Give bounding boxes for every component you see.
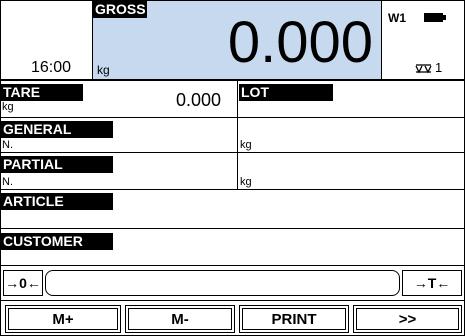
platform-number: 1 xyxy=(435,60,443,75)
partial-count-label: N. xyxy=(2,176,13,188)
gross-panel: GROSS kg 0.000 xyxy=(92,0,382,80)
memory-add-button[interactable]: M+ xyxy=(5,305,121,333)
clock-time: 16:00 xyxy=(31,59,72,76)
general-right-cell: kg xyxy=(237,117,465,153)
general-unit: kg xyxy=(240,139,252,151)
tare-cell: TARE kg 0.000 xyxy=(0,80,238,118)
gross-label: GROSS xyxy=(93,1,147,18)
tare-value: 0.000 xyxy=(175,90,221,110)
article-cell: ARTICLE xyxy=(0,189,465,229)
scale-icon xyxy=(415,61,432,79)
gross-weight-value: 0.000 xyxy=(227,10,373,75)
customer-label: CUSTOMER xyxy=(1,233,113,250)
gross-unit: kg xyxy=(97,63,110,77)
next-page-label: >> xyxy=(398,310,417,328)
memory-subtract-label: M- xyxy=(171,310,189,328)
memory-add-label: M+ xyxy=(52,310,74,328)
zero-button-label: →0← xyxy=(5,275,41,291)
tare-label: TARE xyxy=(1,84,83,101)
memory-subtract-button[interactable]: M- xyxy=(125,305,235,333)
tare-button-label: →T← xyxy=(413,275,451,291)
scale-screen: 16:00 GROSS kg 0.000 W1 1 TARE kg 0.000 … xyxy=(0,0,465,336)
general-left-cell: GENERAL N. xyxy=(0,117,238,153)
lot-cell: LOT xyxy=(237,80,465,118)
tare-button[interactable]: →T← xyxy=(402,270,462,296)
general-count-label: N. xyxy=(2,139,13,151)
print-button[interactable]: PRINT xyxy=(239,305,349,333)
battery-icon xyxy=(424,13,446,22)
customer-cell: CUSTOMER xyxy=(0,228,465,266)
article-label: ARTICLE xyxy=(1,193,113,210)
scale-status-panel: W1 1 xyxy=(381,0,465,80)
control-row: →0← →T← xyxy=(0,265,465,301)
lot-label: LOT xyxy=(239,84,333,101)
zero-button[interactable]: →0← xyxy=(3,270,43,296)
partial-unit: kg xyxy=(240,176,252,188)
time-cell: 16:00 xyxy=(0,0,93,80)
message-field xyxy=(45,270,400,296)
next-page-button[interactable]: >> xyxy=(353,305,462,333)
partial-right-cell: kg xyxy=(237,152,465,190)
softkey-row: M+ M- PRINT >> xyxy=(0,300,465,336)
tare-unit: kg xyxy=(2,101,14,113)
partial-left-cell: PARTIAL N. xyxy=(0,152,238,190)
scale-id: W1 xyxy=(388,11,406,25)
print-label: PRINT xyxy=(271,310,317,328)
partial-label: PARTIAL xyxy=(1,156,113,173)
general-label: GENERAL xyxy=(1,121,113,138)
